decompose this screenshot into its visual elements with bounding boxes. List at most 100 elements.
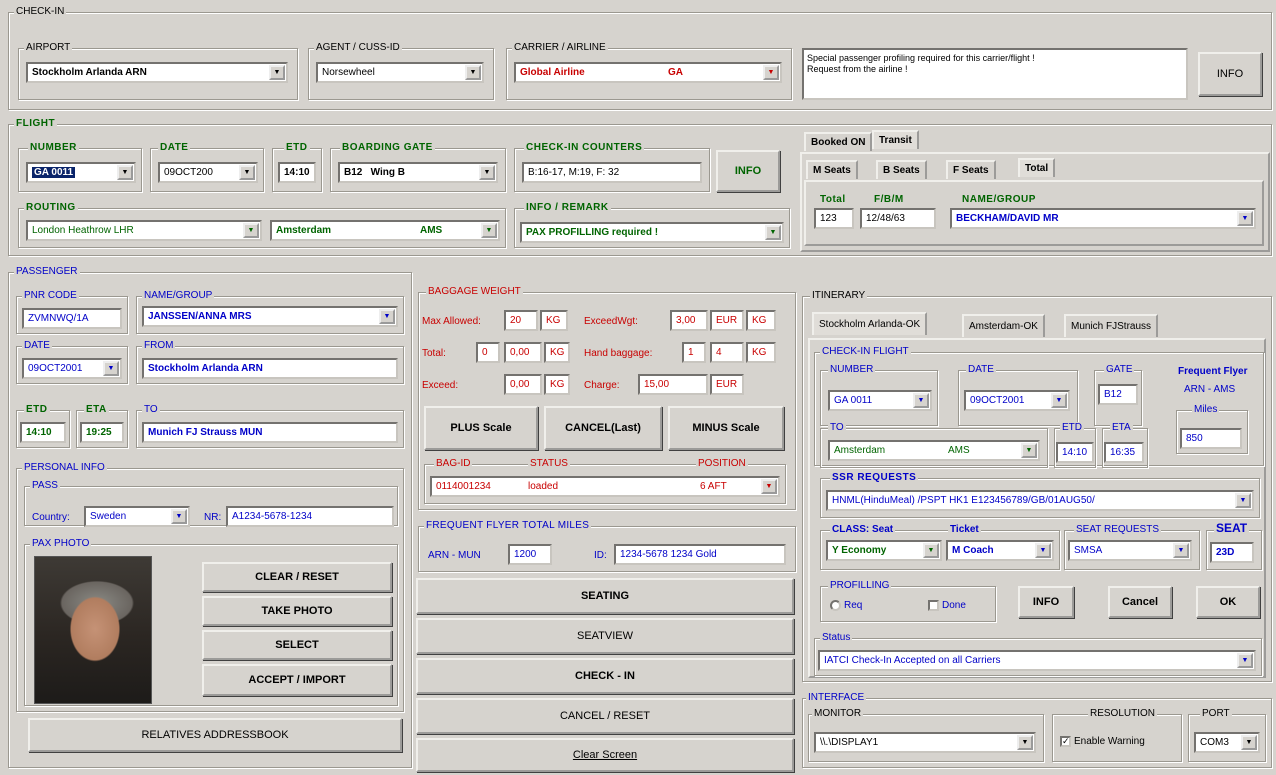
chevron-down-icon: ▼ xyxy=(1237,653,1253,668)
cancel-last-button[interactable]: CANCEL(Last) xyxy=(544,406,662,450)
tab-booked-on[interactable]: Booked ON xyxy=(804,132,873,151)
agent-select[interactable]: Norsewheel ▼ xyxy=(316,62,484,83)
profiling-req-radio[interactable]: Req xyxy=(830,600,862,611)
ffm-miles-field[interactable]: 1200 xyxy=(508,544,552,565)
pax-date-select[interactable]: 09OCT2001 ▼ xyxy=(22,358,122,379)
seatview-button[interactable]: SEATVIEW xyxy=(416,618,794,654)
bag-select[interactable]: 0114001234 loaded 6 AFT ▼ xyxy=(430,476,780,497)
total-weight-field[interactable]: 0,00 xyxy=(504,342,542,363)
itinerary-info-button[interactable]: INFO xyxy=(1018,586,1074,618)
pax-eta-field[interactable]: 19:25 xyxy=(80,422,124,443)
class-select[interactable]: Y Economy ▼ xyxy=(826,540,942,561)
exceed-field[interactable]: 0,00 xyxy=(504,374,542,395)
total-field[interactable]: 123 xyxy=(814,208,854,229)
hand-count-field[interactable]: 1 xyxy=(682,342,706,363)
seating-button[interactable]: SEATING xyxy=(416,578,794,614)
routing-to-select[interactable]: Amsterdam AMS ▼ xyxy=(270,220,500,241)
max-allowed-field[interactable]: 20 xyxy=(504,310,538,331)
chevron-down-icon: ▼ xyxy=(1051,393,1067,408)
tab-f-seats[interactable]: F Seats xyxy=(946,160,996,179)
flight-name-select[interactable]: BECKHAM/DAVID MR ▼ xyxy=(950,208,1256,229)
flight-number-select[interactable]: GA 0011 ▼ xyxy=(26,162,136,183)
remark-select[interactable]: PAX PROFILLING required ! ▼ xyxy=(520,222,784,243)
check-in-button[interactable]: CHECK - IN xyxy=(416,658,794,694)
routing-from-select[interactable]: London Heathrow LHR ▼ xyxy=(26,220,262,241)
tab-stockholm[interactable]: Stockholm Arlanda-OK xyxy=(812,312,928,335)
flight-date-select[interactable]: 09OCT200 ▼ xyxy=(158,162,258,183)
number-legend: NUMBER xyxy=(28,142,79,154)
pnr-legend: PNR CODE xyxy=(22,290,79,302)
seat-requests-legend: SEAT REQUESTS xyxy=(1074,524,1161,536)
country-select[interactable]: Sweden ▼ xyxy=(84,506,190,527)
itinerary-cancel-button[interactable]: Cancel xyxy=(1108,586,1172,618)
chevron-down-icon: ▼ xyxy=(1237,211,1253,226)
tab-amsterdam[interactable]: Amsterdam-OK xyxy=(962,314,1045,337)
hand-baggage-label: Hand baggage: xyxy=(584,348,653,359)
clear-reset-button[interactable]: CLEAR / RESET xyxy=(202,562,392,592)
pnr-field[interactable]: ZVMNWQ/1A xyxy=(22,308,122,329)
tab-total[interactable]: Total xyxy=(1018,158,1056,177)
ffm-route-label: ARN - MUN xyxy=(428,550,481,561)
ticket-select[interactable]: M Coach ▼ xyxy=(946,540,1054,561)
it-etd-field[interactable]: 14:10 xyxy=(1056,442,1094,463)
chevron-down-icon: ▼ xyxy=(479,165,495,180)
chevron-down-icon: ▼ xyxy=(103,361,119,376)
flight-info-button[interactable]: INFO xyxy=(716,150,780,192)
tab-transit[interactable]: Transit xyxy=(872,130,919,149)
itinerary-ok-button[interactable]: OK xyxy=(1196,586,1260,618)
miles-field[interactable]: 850 xyxy=(1180,428,1242,449)
pax-etd-field[interactable]: 14:10 xyxy=(20,422,66,443)
cancel-reset-button[interactable]: CANCEL / RESET xyxy=(416,698,794,734)
hand-weight-field[interactable]: 4 xyxy=(710,342,744,363)
from-field[interactable]: Stockholm Arlanda ARN xyxy=(142,358,398,379)
seat-requests-select[interactable]: SMSA ▼ xyxy=(1068,540,1192,561)
status-legend: Status xyxy=(820,632,853,644)
exceed-wgt-label: ExceedWgt: xyxy=(584,316,638,327)
status-select[interactable]: IATCI Check-In Accepted on all Carriers ▼ xyxy=(818,650,1256,671)
pax-name-select[interactable]: JANSSEN/ANNA MRS ▼ xyxy=(142,306,398,327)
seat-field[interactable]: 23D xyxy=(1210,542,1254,563)
tab-b-seats[interactable]: B Seats xyxy=(876,160,927,179)
counters-field[interactable]: B:16-17, M:19, F: 32 xyxy=(522,162,702,183)
accept-import-button[interactable]: ACCEPT / IMPORT xyxy=(202,664,392,696)
relatives-addressbook-button[interactable]: RELATIVES ADDRESSBOOK xyxy=(28,718,402,752)
total-count-field[interactable]: 0 xyxy=(476,342,500,363)
it-date-select[interactable]: 09OCT2001 ▼ xyxy=(964,390,1070,411)
it-to-select[interactable]: Amsterdam AMS ▼ xyxy=(828,440,1040,461)
status-legend: STATUS xyxy=(528,458,570,470)
passport-nr-field[interactable]: A1234-5678-1234 xyxy=(226,506,394,527)
to-field[interactable]: Munich FJ Strauss MUN xyxy=(142,422,398,443)
port-select[interactable]: COM3 ▼ xyxy=(1194,732,1260,753)
gate-select[interactable]: B12 Wing B ▼ xyxy=(338,162,498,183)
profiling-done-checkbox[interactable]: Done xyxy=(928,600,966,611)
it-number-select[interactable]: GA 0011 ▼ xyxy=(828,390,932,411)
select-photo-button[interactable]: SELECT xyxy=(202,630,392,660)
exceed-label: Exceed: xyxy=(422,380,459,391)
it-date-legend: DATE xyxy=(966,364,996,376)
checkin-info-button[interactable]: INFO xyxy=(1198,52,1262,96)
ssr-select[interactable]: HNML(HinduMeal) /PSPT HK1 E123456789/GB/… xyxy=(826,490,1254,511)
tab-munich[interactable]: Munich FJStrauss xyxy=(1064,314,1159,337)
carrier-select[interactable]: Global Airline GA ▼ xyxy=(514,62,782,83)
pax-eta-legend: ETA xyxy=(84,404,109,416)
ffm-id-field[interactable]: 1234-5678 1234 Gold xyxy=(614,544,786,565)
monitor-select[interactable]: \\.\DISPLAY1 ▼ xyxy=(814,732,1036,753)
charge-field[interactable]: 15,00 xyxy=(638,374,708,395)
it-eta-field[interactable]: 16:35 xyxy=(1104,442,1144,463)
enable-warning-checkbox[interactable]: ✓ Enable Warning xyxy=(1060,736,1145,747)
gate-legend: BOARDING GATE xyxy=(340,142,435,154)
clear-screen-button[interactable]: Clear Screen xyxy=(416,738,794,772)
ticket-legend: Ticket xyxy=(948,524,981,536)
chevron-down-icon: ▼ xyxy=(1235,493,1251,508)
plus-scale-button[interactable]: PLUS Scale xyxy=(424,406,538,450)
fbm-field[interactable]: 12/48/63 xyxy=(860,208,936,229)
exceed-wgt-field[interactable]: 3,00 xyxy=(670,310,708,331)
tab-m-seats[interactable]: M Seats xyxy=(806,160,858,179)
checkbox-checked-icon: ✓ xyxy=(1060,736,1071,747)
take-photo-button[interactable]: TAKE PHOTO xyxy=(202,596,392,626)
bag-id-legend: BAG-ID xyxy=(434,458,473,470)
minus-scale-button[interactable]: MINUS Scale xyxy=(668,406,784,450)
flight-etd-field[interactable]: 14:10 xyxy=(278,162,316,183)
airport-select[interactable]: Stockholm Arlanda ARN ▼ xyxy=(26,62,288,83)
it-gate-field[interactable]: B12 xyxy=(1098,384,1138,405)
